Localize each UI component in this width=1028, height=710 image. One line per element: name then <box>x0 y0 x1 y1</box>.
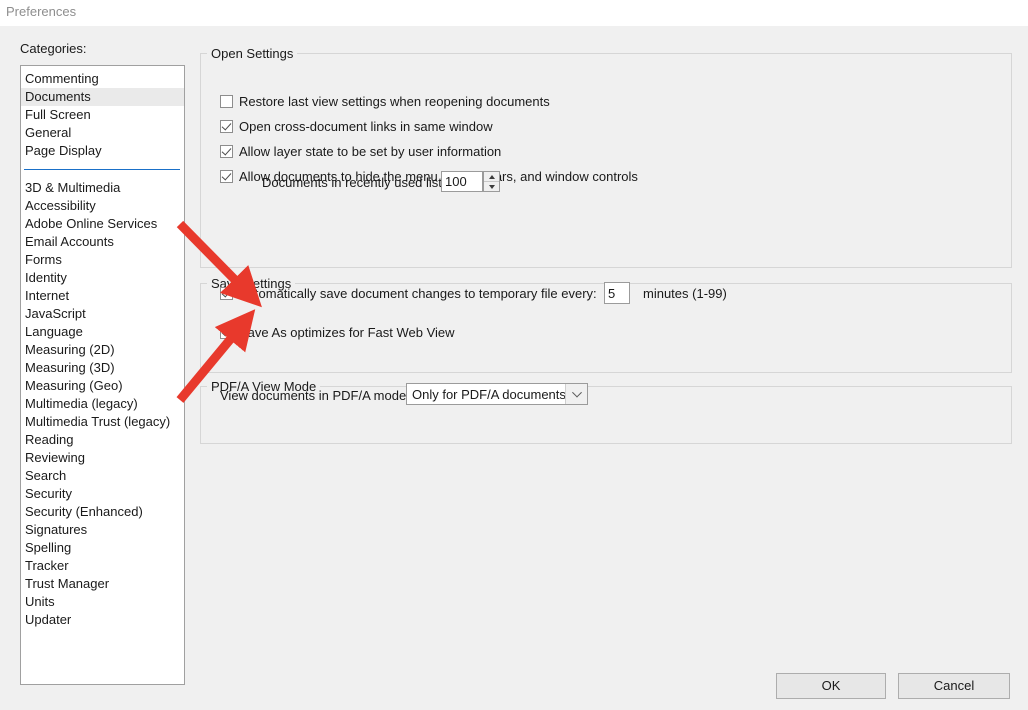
checkbox-row-fast-web-view[interactable]: Save As optimizes for Fast Web View <box>220 325 455 340</box>
sidebar-item-page-display[interactable]: Page Display <box>21 142 184 160</box>
checkbox-allow-hide-menubar[interactable] <box>220 170 233 183</box>
chevron-down-icon[interactable] <box>565 384 587 404</box>
sidebar-item-documents[interactable]: Documents <box>21 88 184 106</box>
recently-used-list-label: Documents in recently used list: <box>262 175 446 190</box>
sidebar-item-reviewing[interactable]: Reviewing <box>21 449 184 467</box>
sidebar-item-updater[interactable]: Updater <box>21 611 184 629</box>
cancel-button[interactable]: Cancel <box>898 673 1010 699</box>
sidebar-item-tracker[interactable]: Tracker <box>21 557 184 575</box>
sidebar-item-general[interactable]: General <box>21 124 184 142</box>
checkbox-row-autosave[interactable]: Automatically save document changes to t… <box>220 286 597 301</box>
open-settings-title: Open Settings <box>207 46 298 61</box>
checkbox-restore-last-view[interactable] <box>220 95 233 108</box>
stepper-down-button[interactable] <box>484 181 499 191</box>
checkbox-row-allow-layer-state[interactable]: Allow layer state to be set by user info… <box>220 144 501 159</box>
window-titlebar: Preferences <box>0 0 1028 26</box>
sidebar-item-search[interactable]: Search <box>21 467 184 485</box>
checkbox-allow-layer-state[interactable] <box>220 145 233 158</box>
sidebar-item-email-accounts[interactable]: Email Accounts <box>21 233 184 251</box>
stepper-up-button[interactable] <box>484 172 499 181</box>
pdfa-mode-dropdown[interactable]: Only for PDF/A documents <box>406 383 588 405</box>
sidebar-item-reading[interactable]: Reading <box>21 431 184 449</box>
ok-button[interactable]: OK <box>776 673 886 699</box>
sidebar-item-signatures[interactable]: Signatures <box>21 521 184 539</box>
checkbox-label-restore-last-view: Restore last view settings when reopenin… <box>239 94 550 109</box>
sidebar-item-spelling[interactable]: Spelling <box>21 539 184 557</box>
pdfa-mode-label: View documents in PDF/A mode: <box>220 388 410 403</box>
preferences-dialog-body: Categories: Commenting Documents Full Sc… <box>0 26 1028 710</box>
sidebar-item-trust-manager[interactable]: Trust Manager <box>21 575 184 593</box>
autosave-units-label: minutes (1-99) <box>643 286 727 301</box>
checkbox-label-allow-layer-state: Allow layer state to be set by user info… <box>239 144 502 159</box>
sidebar-item-3d-multimedia[interactable]: 3D & Multimedia <box>21 179 184 197</box>
sidebar-item-accessibility[interactable]: Accessibility <box>21 197 184 215</box>
sidebar-item-forms[interactable]: Forms <box>21 251 184 269</box>
checkbox-label-open-cross-document-links: Open cross-document links in same window <box>239 119 493 134</box>
chevron-up-icon <box>488 174 495 179</box>
sidebar-item-javascript[interactable]: JavaScript <box>21 305 184 323</box>
recently-used-list-input[interactable] <box>441 171 483 192</box>
categories-label: Categories: <box>20 41 87 56</box>
categories-listbox[interactable]: Commenting Documents Full Screen General… <box>20 65 185 685</box>
sidebar-item-security-enhanced[interactable]: Security (Enhanced) <box>21 503 184 521</box>
open-settings-group: Open Settings <box>200 46 1012 268</box>
sidebar-item-commenting[interactable]: Commenting <box>21 70 184 88</box>
checkbox-open-cross-document-links[interactable] <box>220 120 233 133</box>
checkbox-row-restore-last-view[interactable]: Restore last view settings when reopenin… <box>220 94 550 109</box>
window-title: Preferences <box>6 4 77 19</box>
checkbox-fast-web-view[interactable] <box>220 326 233 339</box>
chevron-down-icon <box>488 184 495 189</box>
pdfa-mode-selected-value: Only for PDF/A documents <box>412 386 565 402</box>
checkbox-autosave[interactable] <box>220 287 233 300</box>
sidebar-item-units[interactable]: Units <box>21 593 184 611</box>
sidebar-item-full-screen[interactable]: Full Screen <box>21 106 184 124</box>
sidebar-item-multimedia-trust-legacy[interactable]: Multimedia Trust (legacy) <box>21 413 184 431</box>
sidebar-item-internet[interactable]: Internet <box>21 287 184 305</box>
sidebar-item-measuring-3d[interactable]: Measuring (3D) <box>21 359 184 377</box>
sidebar-item-measuring-2d[interactable]: Measuring (2D) <box>21 341 184 359</box>
checkbox-label-fast-web-view: Save As optimizes for Fast Web View <box>239 325 455 340</box>
sidebar-item-adobe-online-services[interactable]: Adobe Online Services <box>21 215 184 233</box>
recently-used-list-stepper[interactable] <box>483 171 500 192</box>
categories-separator <box>24 169 180 170</box>
autosave-minutes-input[interactable] <box>604 282 630 304</box>
sidebar-item-security[interactable]: Security <box>21 485 184 503</box>
sidebar-item-identity[interactable]: Identity <box>21 269 184 287</box>
sidebar-item-language[interactable]: Language <box>21 323 184 341</box>
checkbox-row-open-cross-document-links[interactable]: Open cross-document links in same window <box>220 119 493 134</box>
checkbox-label-autosave: Automatically save document changes to t… <box>239 286 597 301</box>
sidebar-item-measuring-geo[interactable]: Measuring (Geo) <box>21 377 184 395</box>
sidebar-item-multimedia-legacy[interactable]: Multimedia (legacy) <box>21 395 184 413</box>
